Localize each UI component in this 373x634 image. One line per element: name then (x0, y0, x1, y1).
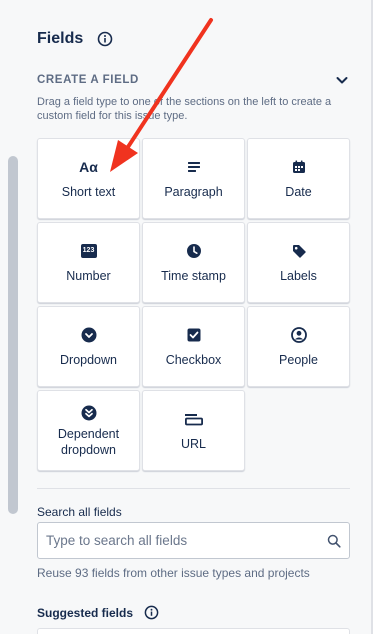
field-type-label: Checkbox (165, 352, 222, 367)
section-description: Drag a field type to one of the sections… (37, 96, 332, 122)
field-type-label: Dependent dropdown (57, 426, 120, 457)
calendar-icon (290, 158, 308, 176)
search-input[interactable] (46, 533, 327, 548)
field-type-label: Number (66, 268, 111, 283)
dependent-dropdown-icon (80, 404, 98, 422)
suggested-field-item[interactable] (37, 628, 350, 634)
page-title: Fields (37, 30, 84, 47)
search-field[interactable] (37, 522, 350, 559)
chevron-down-icon[interactable] (334, 72, 350, 88)
field-type-number[interactable]: 123 Number (37, 222, 140, 303)
field-type-dropdown[interactable]: Dropdown (37, 306, 140, 387)
field-type-date[interactable]: Date (247, 138, 350, 219)
number-icon: 123 (80, 242, 98, 260)
short-text-icon: Aα (79, 158, 98, 175)
person-icon (290, 326, 308, 344)
field-type-people[interactable]: People (247, 306, 350, 387)
panel-header: Fields (37, 30, 113, 48)
suggested-fields-header: Suggested fields (37, 605, 159, 620)
field-type-labels[interactable]: Labels (247, 222, 350, 303)
create-field-header[interactable]: CREATE A FIELD (37, 72, 350, 88)
field-type-label: People (279, 352, 318, 367)
dropdown-icon (80, 326, 98, 344)
fields-panel: Fields CREATE A FIELD Drag a field type … (0, 0, 373, 634)
scrollbar[interactable] (8, 156, 18, 514)
tag-icon (290, 242, 308, 260)
field-type-label: Paragraph (164, 184, 223, 199)
field-type-time-stamp[interactable]: Time stamp (142, 222, 245, 303)
field-type-label: Date (285, 184, 312, 199)
url-icon (184, 410, 203, 428)
search-label: Search all fields (37, 505, 122, 519)
field-type-label: Dropdown (60, 352, 117, 367)
field-type-label: URL (180, 436, 206, 451)
field-type-label: Short text (61, 184, 116, 199)
checkbox-icon (185, 326, 203, 344)
search-help-text: Reuse 93 fields from other issue types a… (37, 566, 310, 580)
info-icon[interactable] (144, 605, 159, 620)
field-type-short-text[interactable]: Aα Short text (37, 138, 140, 219)
paragraph-icon (185, 158, 203, 176)
divider (37, 488, 350, 489)
clock-icon (185, 242, 203, 260)
field-type-dependent-dropdown[interactable]: Dependent dropdown (37, 390, 140, 471)
section-title: CREATE A FIELD (37, 74, 139, 86)
suggested-fields-title: Suggested fields (37, 605, 134, 620)
field-type-label: Time stamp (161, 268, 226, 283)
field-type-checkbox[interactable]: Checkbox (142, 306, 245, 387)
search-icon[interactable] (327, 534, 341, 548)
field-type-paragraph[interactable]: Paragraph (142, 138, 245, 219)
field-type-url[interactable]: URL (142, 390, 245, 471)
field-type-label: Labels (280, 268, 317, 283)
info-icon[interactable] (97, 31, 113, 47)
